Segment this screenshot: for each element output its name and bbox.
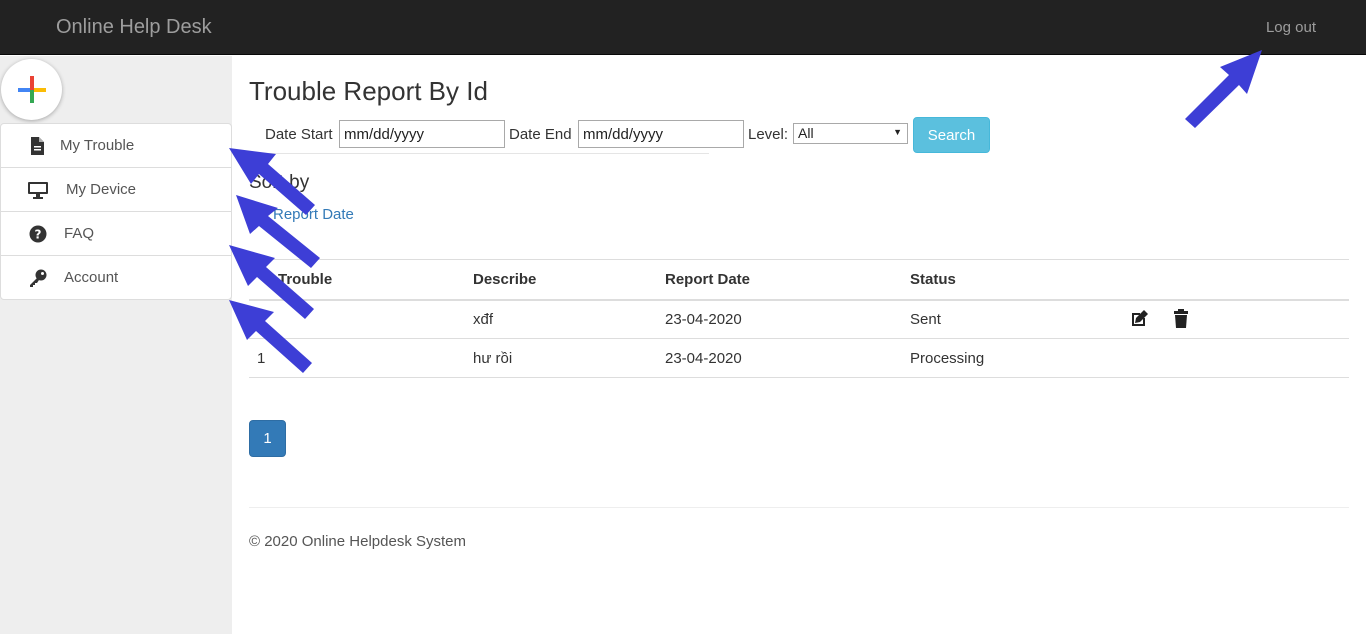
brand-title[interactable]: Online Help Desk <box>56 16 212 39</box>
date-end-label: Date End <box>509 126 572 143</box>
cell-report-date: 23-04-2020 <box>657 299 902 339</box>
question-circle-icon: ? <box>29 225 47 243</box>
sort-report-date-link[interactable]: Report Date <box>273 206 354 223</box>
document-icon <box>31 137 44 155</box>
level-select[interactable]: All ▼ <box>793 123 908 144</box>
date-end-input[interactable] <box>578 120 744 148</box>
annotation-arrow <box>1185 50 1262 128</box>
sidebar-item-faq[interactable]: ? FAQ <box>0 211 232 256</box>
sidebar-item-my-trouble[interactable]: My Trouble <box>0 123 232 168</box>
level-selected-value: All <box>798 125 814 141</box>
column-header-report-date: Report Date <box>657 259 902 301</box>
page-title: Trouble Report By Id <box>249 76 488 106</box>
edit-icon[interactable] <box>1129 309 1149 329</box>
key-icon <box>30 269 47 287</box>
divider <box>249 153 709 154</box>
trash-icon[interactable] <box>1171 309 1191 329</box>
date-start-label: Date Start <box>265 126 333 143</box>
column-header-status: Status <box>902 259 1131 301</box>
cell-report-date: 23-04-2020 <box>657 338 902 378</box>
sidebar-item-label: My Trouble <box>60 137 135 154</box>
sidebar: My Trouble My Device ? FAQ Account <box>0 56 232 634</box>
table-row: 2 xđf 23-04-2020 Sent <box>249 299 1349 339</box>
sidebar-item-my-device[interactable]: My Device <box>0 167 232 212</box>
sidebar-item-label: My Device <box>66 181 137 198</box>
pagination-page-1[interactable]: 1 <box>249 420 286 457</box>
cell-status: Sent <box>902 299 1131 339</box>
cell-trouble: 1 <box>249 338 465 378</box>
cell-trouble: 2 <box>249 299 465 339</box>
column-header-trouble: Trouble <box>249 259 465 301</box>
top-navbar: Online Help Desk Log out <box>0 0 1366 55</box>
sidebar-item-account[interactable]: Account <box>0 255 232 300</box>
footer-text: © 2020 Online Helpdesk System <box>249 533 466 550</box>
dropdown-arrow-icon: ▼ <box>893 127 902 137</box>
level-label: Level: <box>748 126 789 143</box>
sidebar-item-label: FAQ <box>64 225 95 242</box>
column-header-describe: Describe <box>465 259 657 301</box>
cell-describe: hư rồi <box>465 338 657 378</box>
monitor-icon <box>28 182 48 199</box>
table-row: 1 hư rồi 23-04-2020 Processing <box>249 338 1349 378</box>
cell-actions <box>1131 338 1349 378</box>
footer-divider <box>249 507 1349 508</box>
cell-status: Processing <box>902 338 1131 378</box>
table-header-row: Trouble Describe Report Date Status <box>249 259 1349 301</box>
add-button[interactable] <box>1 59 62 120</box>
sort-title: Sort by <box>249 172 310 193</box>
search-button[interactable]: Search <box>913 117 990 153</box>
column-header-actions <box>1131 259 1349 301</box>
date-start-input[interactable] <box>339 120 505 148</box>
sidebar-menu: My Trouble My Device ? FAQ Account <box>0 123 232 300</box>
cell-actions <box>1129 299 1349 339</box>
svg-text:?: ? <box>35 228 42 242</box>
logout-link[interactable]: Log out <box>1266 19 1316 36</box>
trouble-table: Trouble Describe Report Date Status 2 xđ… <box>249 259 1349 378</box>
sidebar-item-label: Account <box>64 269 119 286</box>
cell-describe: xđf <box>465 299 657 339</box>
